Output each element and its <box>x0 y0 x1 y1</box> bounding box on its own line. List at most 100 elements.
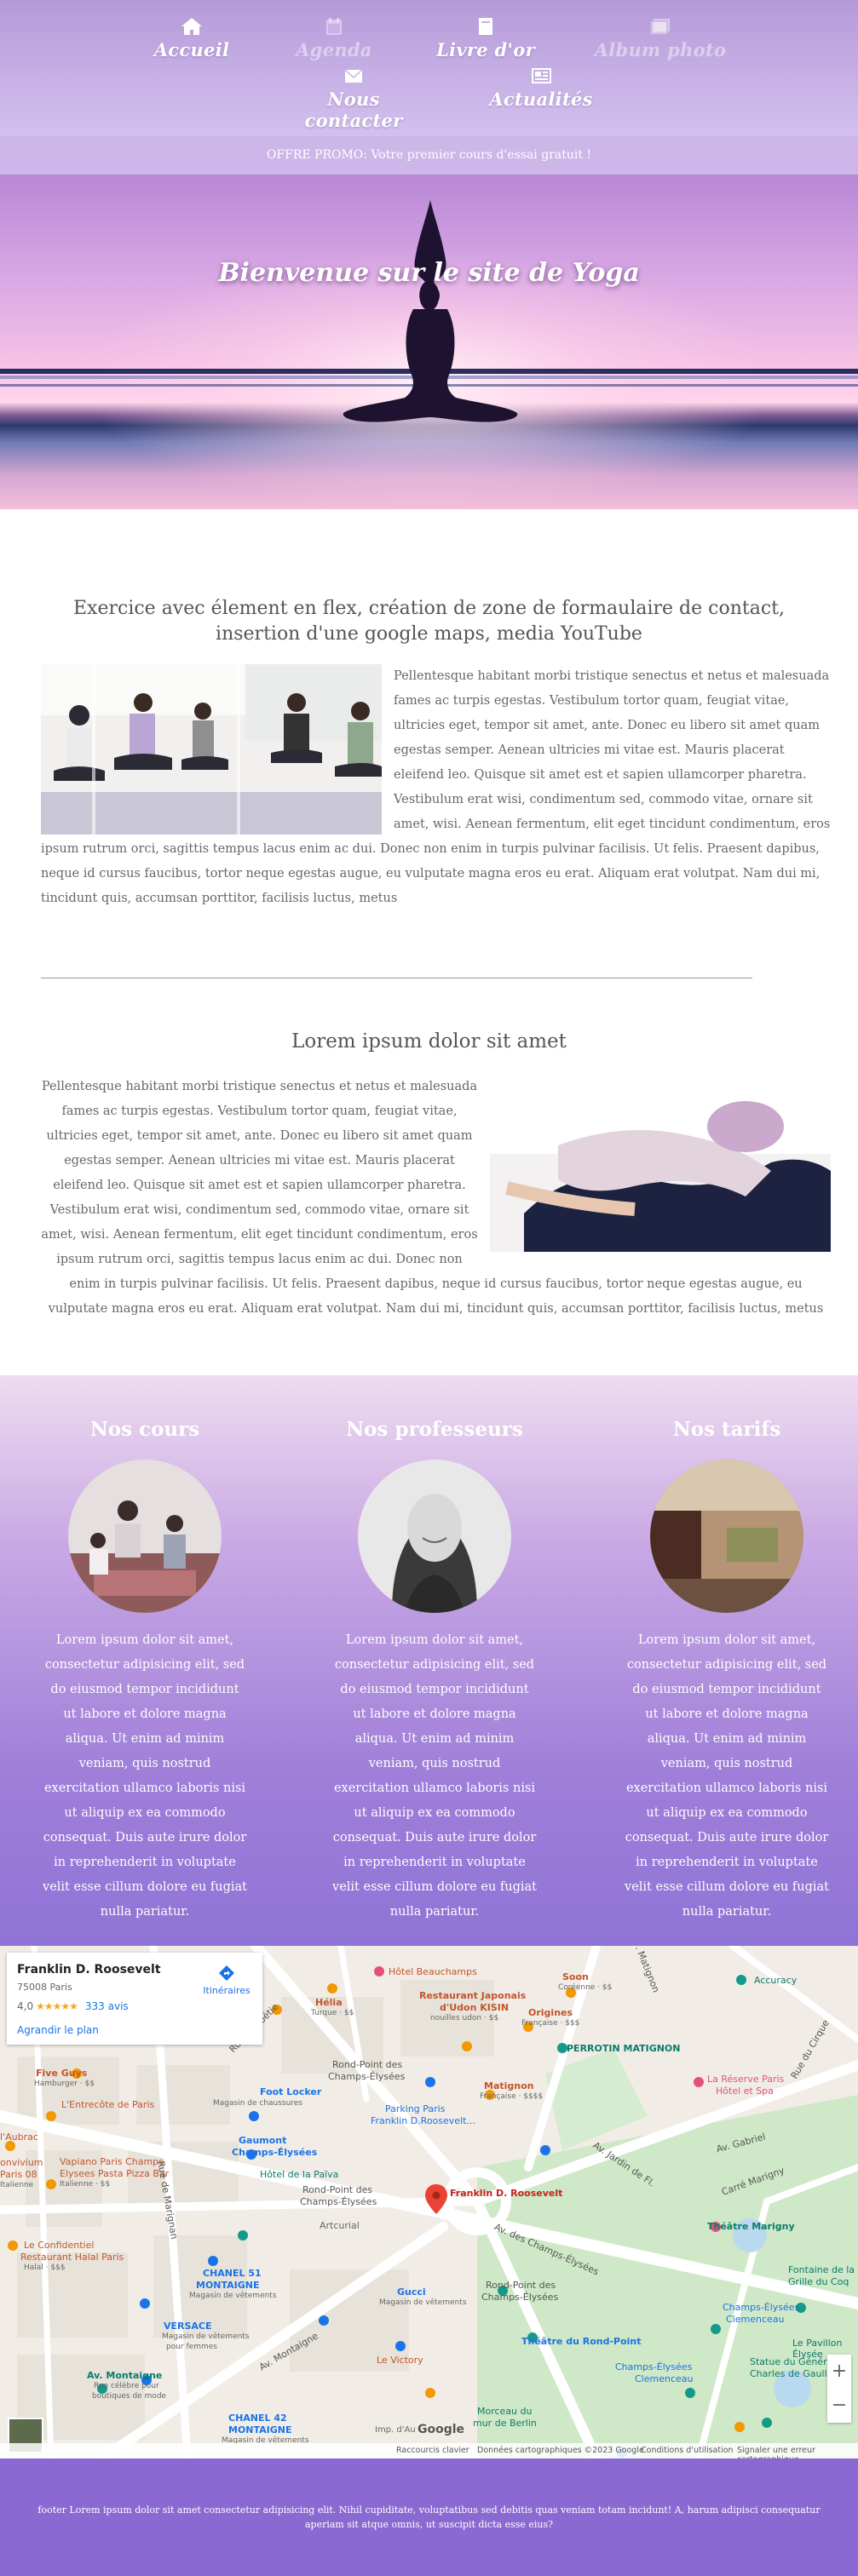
poi-label[interactable]: d'Udon KISIN <box>440 2002 509 2013</box>
poi-label[interactable]: l'Aubrac <box>0 2131 38 2143</box>
google-map[interactable]: Hôtel Beauchamps Hélia Turque · $$ Resta… <box>0 1946 858 2458</box>
poi-label[interactable]: Gaumont <box>239 2135 286 2146</box>
poi-label[interactable]: MONTAIGNE <box>196 2280 260 2291</box>
poi-sub-label: Halal · $$$ <box>24 2263 66 2272</box>
poi-sub-label: Française · $$$$ <box>480 2092 544 2101</box>
poi-sub-label: Magasin de vêtements <box>162 2332 250 2341</box>
poi-label[interactable]: La Réserve Paris <box>707 2074 784 2085</box>
poi-sub-label: boutiques de mode <box>92 2392 167 2401</box>
card-tarifs: Nos tarifs Lorem ipsum dolor sit amet, c… <box>599 1418 855 1925</box>
place-rating: 4,0 ★★★★★ 333 avis <box>17 2000 129 2012</box>
poi-label[interactable]: Clemenceau <box>635 2373 694 2384</box>
card-image <box>650 1460 803 1613</box>
nav-label: Album photo <box>594 39 727 60</box>
poi-label[interactable]: Hôtel Beauchamps <box>389 1966 477 1977</box>
map-data-label: Données cartographiques ©2023 Google <box>477 2446 644 2455</box>
poi-label[interactable]: PERROTIN MATIGNON <box>567 2043 681 2054</box>
zoom-in-button[interactable]: + <box>827 2355 851 2389</box>
nav-nous-contacter[interactable]: Nous contacter <box>281 66 426 131</box>
poi-label[interactable]: MONTAIGNE <box>228 2424 292 2435</box>
poi-sub-label: Magasin de chaussures <box>213 2099 303 2108</box>
poi-label[interactable]: L'Entrecôte de Paris <box>61 2099 154 2110</box>
place-name: Franklin D. Roosevelt <box>17 1963 161 1976</box>
poi-label[interactable]: Hôtel de la Païva <box>260 2169 338 2180</box>
poi-label[interactable]: onvivium <box>0 2157 43 2168</box>
nav-label: Actualités <box>489 89 593 110</box>
poi-sub-label: Italienne · $$ <box>60 2180 111 2189</box>
zoom-out-button[interactable]: − <box>827 2389 851 2423</box>
poi-label[interactable]: Hélia <box>315 1997 343 2008</box>
poi-label[interactable]: Champs-Élysées <box>615 2361 692 2372</box>
keyboard-shortcuts-link[interactable]: Raccourcis clavier <box>396 2446 469 2455</box>
google-logo: Google <box>417 2423 465 2436</box>
poi-label[interactable]: Franklin D.Roosevelt... <box>371 2115 475 2126</box>
calendar-icon <box>326 18 342 35</box>
poi-label: Rond-Point des <box>302 2184 373 2195</box>
images-icon <box>650 19 670 35</box>
map-place-card: Franklin D. Roosevelt 75008 Paris 4,0 ★★★… <box>7 1953 262 2045</box>
poi-label[interactable]: Champs-Élysées <box>723 2302 799 2313</box>
terms-link[interactable]: Conditions d'utilisation <box>641 2446 734 2455</box>
poi-label[interactable]: CHANEL 51 <box>203 2268 262 2279</box>
poi-label[interactable]: Elysees Pasta Pizza Bar <box>60 2168 169 2179</box>
nav-album-photo[interactable]: Album photo <box>588 17 733 60</box>
poi-label[interactable]: Gucci <box>397 2286 426 2298</box>
poi-label[interactable]: Matignon <box>484 2080 534 2091</box>
features-section: Nos cours Lorem ipsum dolor sit amet, co… <box>0 1375 858 1946</box>
nav-actualites[interactable]: Actualités <box>469 66 613 110</box>
nav-label: Accueil <box>153 39 230 60</box>
nav-livre-dor[interactable]: Livre d'or <box>413 17 558 60</box>
map-imp-label: Imp. d'Au <box>375 2425 416 2435</box>
poi-label: Rond-Point des <box>486 2280 556 2291</box>
poi-label[interactable]: Grille du Coq <box>788 2276 849 2287</box>
poi-label[interactable]: Théâtre du Rond-Point <box>521 2336 642 2347</box>
poi-label[interactable]: Foot Locker <box>260 2086 321 2097</box>
poi-label[interactable]: Le Confidentiel <box>24 2240 94 2251</box>
report-error-link[interactable]: Signaler une erreur cartographique <box>737 2446 858 2458</box>
nav-label: Agenda <box>296 39 372 60</box>
rating-stars: ★★★★★ <box>36 2000 78 2012</box>
poi-label[interactable]: Accuracy <box>754 1975 797 1986</box>
poi-label[interactable]: VERSACE <box>164 2321 212 2332</box>
poi-label[interactable]: Fontaine de la <box>788 2264 855 2275</box>
poi-label: Champs-Élysées <box>481 2292 559 2303</box>
envelope-icon <box>344 69 363 83</box>
reviews-link[interactable]: 333 avis <box>85 2000 129 2012</box>
poi-label[interactable]: Parking Paris <box>385 2103 445 2114</box>
card-cours: Nos cours Lorem ipsum dolor sit amet, co… <box>17 1418 273 1925</box>
nav-agenda[interactable]: Agenda <box>262 17 406 60</box>
nav-label: Nous contacter <box>304 89 403 131</box>
poi-label[interactable]: Restaurant Halal Paris <box>20 2252 124 2263</box>
enlarge-map-link[interactable]: Agrandir le plan <box>17 2024 99 2036</box>
site-header: Accueil Agenda Livre d'or Album photo No… <box>0 0 858 136</box>
poi-label[interactable]: Soon <box>562 1971 589 1982</box>
poi-sub-label: Coréenne · $$ <box>558 1983 613 1992</box>
poi-label[interactable]: Le Victory <box>377 2355 423 2366</box>
poi-sub-label: Italienne <box>0 2181 34 2189</box>
poi-label[interactable]: Restaurant Japonais <box>419 1990 526 2001</box>
poi-label[interactable]: Théâtre Marigny <box>707 2221 795 2232</box>
poi-label[interactable]: Charles de Gaulle <box>750 2368 832 2379</box>
poi-label[interactable]: mur de Berlin <box>473 2418 537 2429</box>
nav-accueil[interactable]: Accueil <box>119 17 264 60</box>
poi-label[interactable]: Hôtel et Spa <box>716 2085 774 2097</box>
poi-label[interactable]: Clemenceau <box>726 2314 785 2325</box>
site-footer: footer Lorem ipsum dolor sit amet consec… <box>0 2458 858 2576</box>
map-pin-label[interactable]: Franklin D. Roosevelt <box>450 2188 562 2199</box>
section-title: Exercice avec élement en flex, création … <box>73 598 785 645</box>
poi-label[interactable]: Morceau du <box>477 2406 532 2417</box>
poi-label[interactable]: Origines <box>528 2007 573 2018</box>
directions-button[interactable]: Itinéraires <box>201 1965 252 1996</box>
poi-label[interactable]: Paris 08 <box>0 2169 37 2180</box>
card-title: Nos professeurs <box>346 1418 523 1441</box>
poi-label[interactable]: Five Guys <box>36 2068 87 2079</box>
yoga-silhouette <box>343 200 518 422</box>
poi-label[interactable]: Champs-Élysées <box>232 2147 317 2158</box>
poi-label: Champs-Élysées <box>328 2071 406 2082</box>
poi-label[interactable]: Av. Montaigne <box>87 2370 162 2381</box>
poi-label[interactable]: Statue du Général <box>750 2356 835 2367</box>
poi-label[interactable]: CHANEL 42 <box>228 2412 287 2424</box>
poi-sub-label: pour femmes <box>166 2343 217 2351</box>
poi-label[interactable]: Artcurial <box>320 2220 360 2231</box>
poi-label[interactable]: Vapiano Paris Champs <box>60 2156 164 2167</box>
